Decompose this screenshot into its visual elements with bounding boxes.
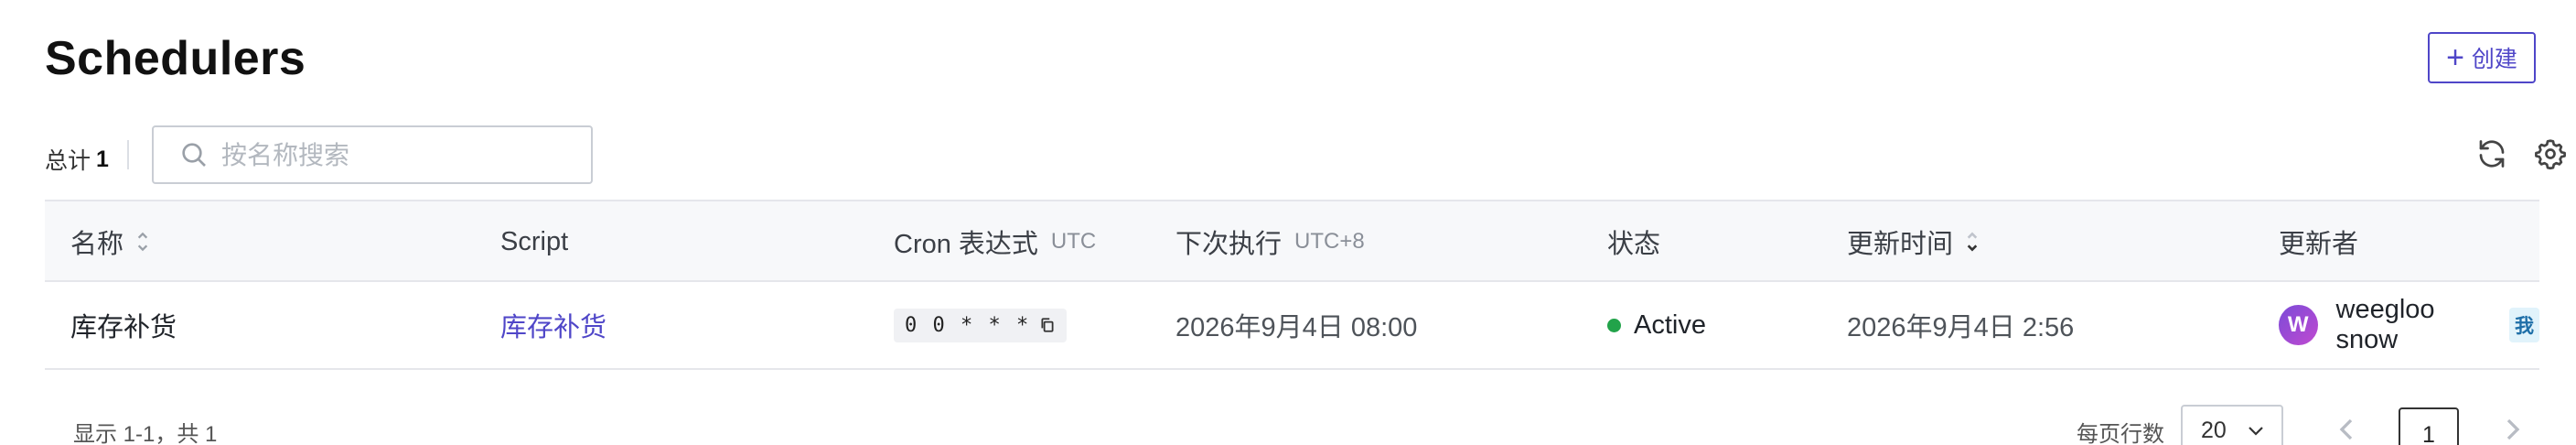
status-dot <box>1607 318 1621 332</box>
column-header-updated-at[interactable]: 更新时间 <box>1847 201 1980 282</box>
total-label: 总计 <box>45 148 91 174</box>
page-number-button[interactable]: 1 <box>2399 407 2459 445</box>
search-input[interactable] <box>221 139 569 170</box>
column-header-cron: Cron 表达式 UTC <box>894 201 1096 282</box>
cron-expression: 0 0 * * * <box>894 308 1068 342</box>
plus-icon: + <box>2446 40 2464 75</box>
cell-updated-at: 2026年9月4日 2:56 <box>1847 313 2075 342</box>
table-header: 名称 Script Cron 表达式 UTC 下次执行 UTC+8 状态 更新时… <box>45 200 2539 282</box>
total-count: 总计 1 <box>45 143 109 176</box>
cron-text: 0 0 * * * <box>905 313 1031 337</box>
column-name-label: 名称 <box>70 230 124 259</box>
page-title: Schedulers <box>45 32 306 85</box>
sort-desc-icon <box>1967 232 1978 252</box>
avatar: W <box>2279 305 2318 345</box>
column-next-run-label: 下次执行 <box>1175 230 1283 259</box>
cell-next-run: 2026年9月4日 08:00 <box>1175 313 1418 342</box>
column-script-label: Script <box>500 226 569 256</box>
chevron-left-icon[interactable] <box>2334 416 2358 443</box>
chevron-down-icon <box>2249 427 2263 436</box>
cell-cron: 0 0 * * * <box>894 282 1068 368</box>
search-box[interactable] <box>152 125 593 184</box>
cell-name: 库存补货 <box>70 313 177 342</box>
status-badge: Active <box>1607 282 1706 368</box>
column-updated-at-label: 更新时间 <box>1847 230 1954 259</box>
column-header-next-run: 下次执行 UTC+8 <box>1175 201 1365 282</box>
page-size-select[interactable]: 20 <box>2181 405 2283 445</box>
column-cron-label: Cron 表达式 <box>894 230 1038 259</box>
column-header-status: 状态 <box>1607 201 1660 282</box>
copy-icon[interactable] <box>1039 317 1056 333</box>
pagination-range: 显示 1-1，共 1 <box>73 422 218 445</box>
column-next-run-timezone: UTC+8 <box>1294 229 1365 254</box>
divider <box>127 140 129 169</box>
schedulers-table: 名称 Script Cron 表达式 UTC 下次执行 UTC+8 状态 更新时… <box>45 200 2539 370</box>
chevron-right-icon[interactable] <box>2501 416 2525 443</box>
column-updated-by-label: 更新者 <box>2279 230 2359 259</box>
total-value: 1 <box>96 146 109 172</box>
rows-per-page-label: 每页行数 <box>2077 422 2164 445</box>
column-header-script: Script <box>500 201 568 282</box>
user-name: weegloo snow <box>2335 295 2435 354</box>
sort-icon <box>137 232 148 252</box>
cell-updated-by: W weegloo snow 我 <box>2279 282 2539 368</box>
status-text: Active <box>1634 309 1706 340</box>
create-button[interactable]: + 创建 <box>2428 32 2536 83</box>
page-size-value: 20 <box>2201 417 2227 443</box>
script-link[interactable]: 库存补货 <box>500 282 606 368</box>
column-status-label: 状态 <box>1607 230 1661 259</box>
column-header-name[interactable]: 名称 <box>70 201 151 282</box>
table-row[interactable]: 库存补货 库存补货 0 0 * * * 2026年9月4日 08:00 Acti… <box>45 282 2539 370</box>
create-button-label: 创建 <box>2471 47 2517 72</box>
me-badge: 我 <box>2509 308 2539 342</box>
refresh-icon[interactable] <box>2475 137 2508 170</box>
settings-gear-icon[interactable] <box>2534 137 2567 170</box>
column-header-updated-by: 更新者 <box>2279 201 2358 282</box>
column-cron-timezone: UTC <box>1050 229 1097 254</box>
search-icon <box>182 143 206 167</box>
